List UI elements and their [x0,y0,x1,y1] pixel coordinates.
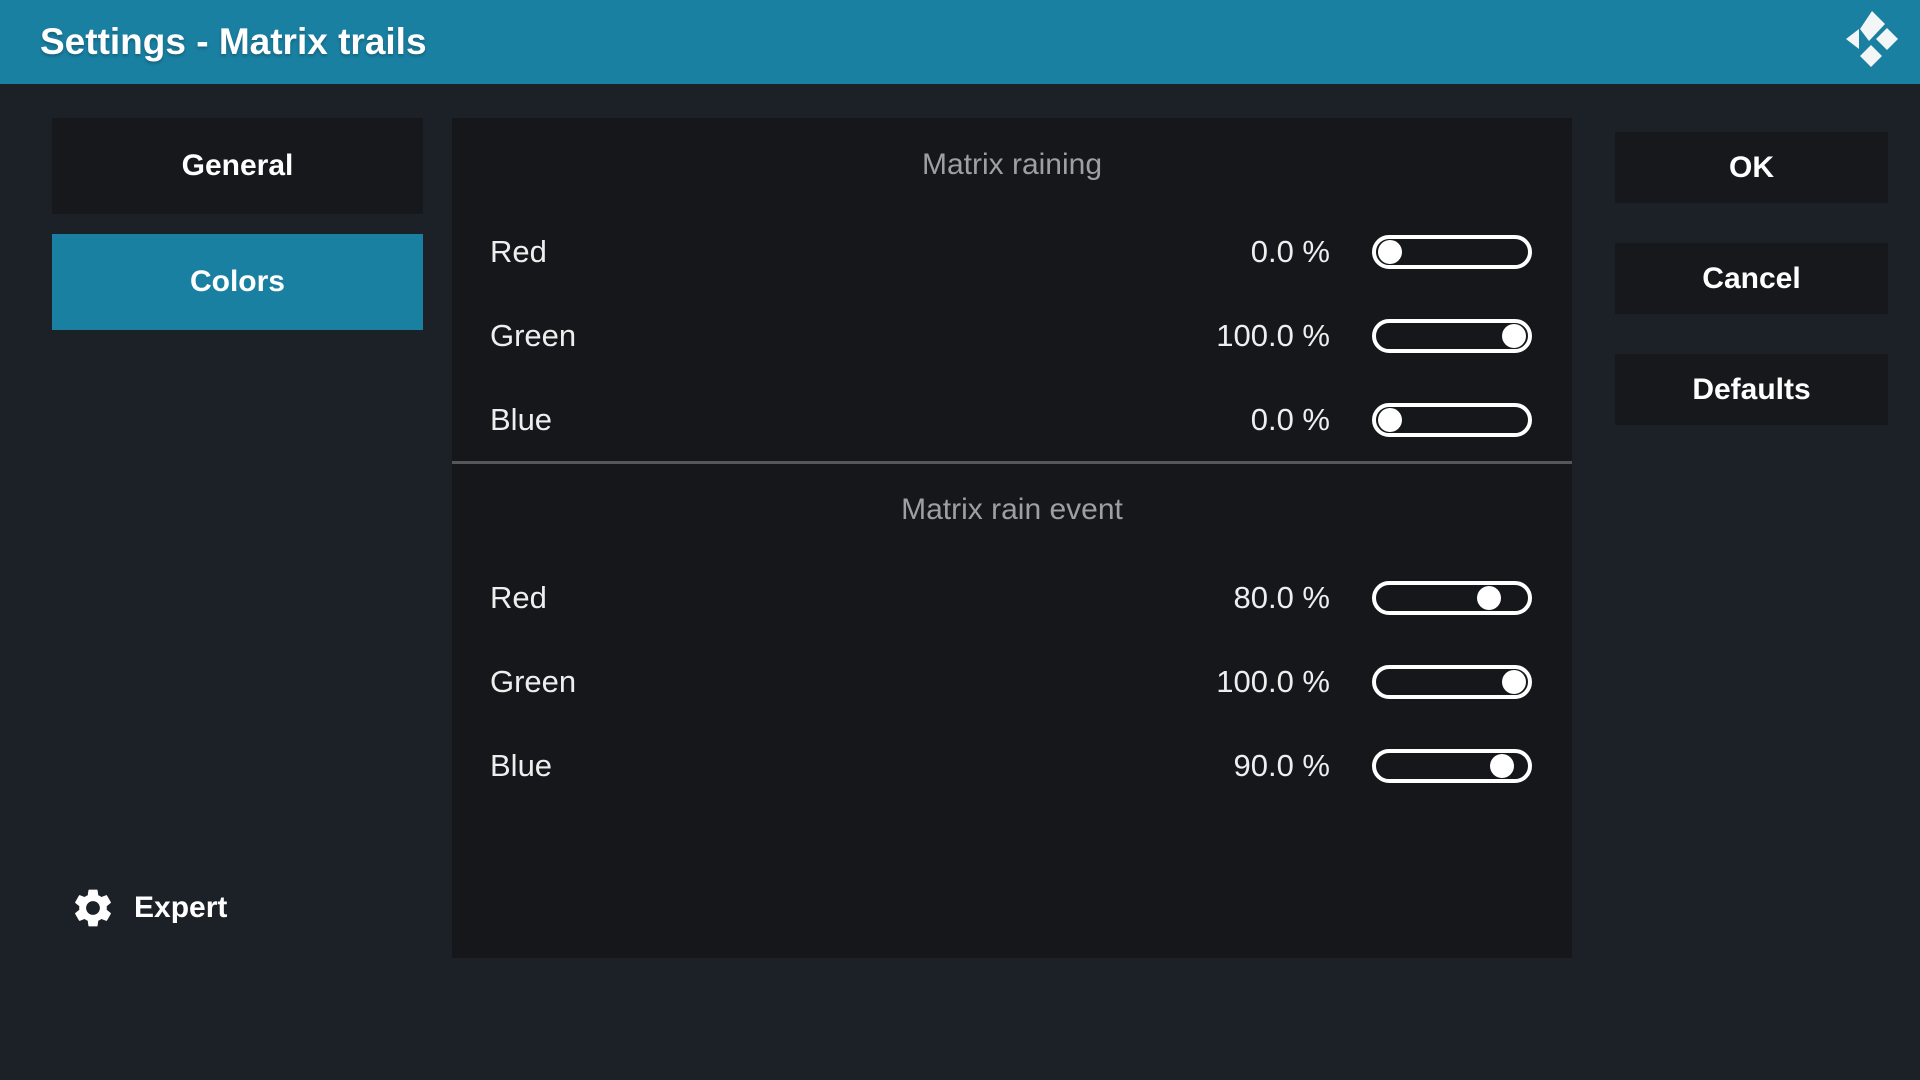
setting-label: Blue [490,402,1251,438]
setting-row-red[interactable]: Red 80.0 % [490,556,1532,640]
defaults-button-label: Defaults [1692,373,1810,407]
green-slider[interactable] [1372,319,1532,353]
setting-value: 80.0 % [1233,580,1330,616]
setting-value: 0.0 % [1251,402,1330,438]
blue-slider[interactable] [1372,749,1532,783]
ok-button-label: OK [1729,151,1774,185]
setting-value: 100.0 % [1216,318,1330,354]
sidebar-item-label: General [182,149,294,183]
setting-row-blue[interactable]: Blue 90.0 % [490,724,1532,808]
setting-row-red[interactable]: Red 0.0 % [490,210,1532,294]
page-title: Settings - Matrix trails [40,0,427,84]
slider-knob[interactable] [1502,670,1526,694]
group-title-matrix-raining: Matrix raining [452,144,1572,186]
setting-row-green[interactable]: Green 100.0 % [490,640,1532,724]
setting-value: 90.0 % [1233,748,1330,784]
defaults-button[interactable]: Defaults [1615,354,1888,425]
settings-level-toggle[interactable]: Expert [70,882,227,934]
red-slider[interactable] [1372,581,1532,615]
settings-panel: Matrix raining Red 0.0 % Green 100.0 % B… [452,118,1572,958]
setting-row-green[interactable]: Green 100.0 % [490,294,1532,378]
red-slider[interactable] [1372,235,1532,269]
ok-button[interactable]: OK [1615,132,1888,203]
blue-slider[interactable] [1372,403,1532,437]
window-titlebar: Settings - Matrix trails [0,0,1920,84]
slider-knob[interactable] [1502,324,1526,348]
sidebar-item-colors[interactable]: Colors [52,234,423,330]
setting-value: 100.0 % [1216,664,1330,700]
group-separator [452,461,1572,464]
setting-label: Blue [490,748,1233,784]
slider-knob[interactable] [1378,408,1402,432]
cancel-button[interactable]: Cancel [1615,243,1888,314]
sidebar-item-label: Colors [190,265,285,299]
slider-knob[interactable] [1490,754,1514,778]
setting-label: Red [490,580,1233,616]
setting-label: Red [490,234,1251,270]
gear-icon [70,885,116,931]
settings-level-label: Expert [134,891,227,925]
slider-knob[interactable] [1378,240,1402,264]
setting-value: 0.0 % [1251,234,1330,270]
cancel-button-label: Cancel [1702,262,1800,296]
setting-label: Green [490,318,1216,354]
setting-row-blue[interactable]: Blue 0.0 % [490,378,1532,462]
green-slider[interactable] [1372,665,1532,699]
group-title-matrix-rain-event: Matrix rain event [452,489,1572,531]
sidebar-item-general[interactable]: General [52,118,423,214]
kodi-logo-icon [1840,10,1904,74]
setting-label: Green [490,664,1216,700]
slider-knob[interactable] [1477,586,1501,610]
